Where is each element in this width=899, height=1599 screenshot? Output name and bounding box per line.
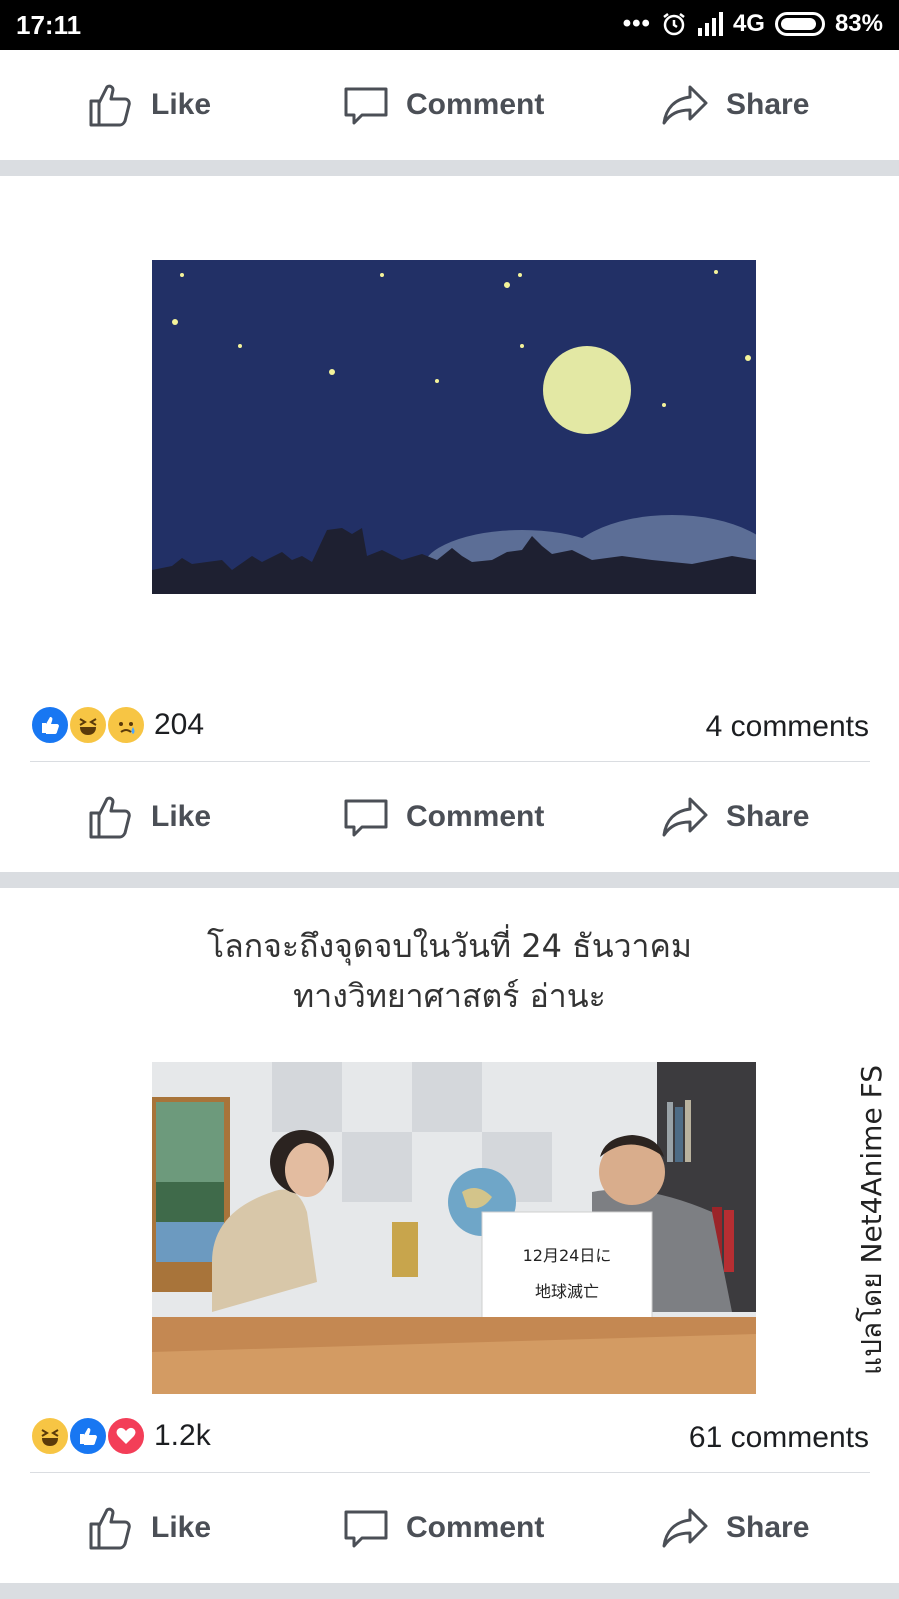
battery-icon [774,12,825,36]
like-reaction-icon [68,1416,108,1456]
signal-icon [697,12,723,36]
share-icon [662,797,708,837]
comment-count-link[interactable]: 4 comments [706,710,869,744]
status-icons: ••• 4G 83% [623,10,883,38]
post-separator [0,872,899,888]
divider [30,1472,870,1473]
like-label: Like [151,1511,212,1544]
action-bar: Like Comment Share [0,55,899,155]
comment-icon [344,87,388,125]
share-icon [662,1508,708,1548]
comment-label: Comment [406,88,545,121]
divider [30,761,870,762]
share-button[interactable]: Share [660,1502,809,1554]
haha-reaction-icon [30,1416,70,1456]
comment-icon [344,799,388,837]
post-separator [0,1583,899,1599]
post-image-night-sky[interactable] [152,260,756,594]
night-sky-illustration [152,260,756,594]
post-caption-line1: โลกจะถึงจุดจบในวันที่ 24 ธันวาคม [206,927,693,965]
thumbs-up-icon [89,796,131,839]
share-label: Share [726,800,810,833]
comment-count-link[interactable]: 61 comments [689,1421,869,1455]
reaction-count: 1.2k [154,1419,211,1452]
thumbs-up-icon [89,1507,131,1550]
thumbs-up-icon [89,84,131,127]
comment-button[interactable]: Comment [340,1502,544,1554]
reaction-summary[interactable]: 204 [30,705,204,745]
like-button[interactable]: Like [85,79,211,131]
comment-button[interactable]: Comment [340,79,544,131]
status-bar: 17:11 ••• 4G 83% [0,0,899,50]
like-button[interactable]: Like [85,791,211,843]
post-caption-line2: ทางวิทยาศาสตร์ อ่านะ [293,977,606,1015]
share-button[interactable]: Share [660,79,809,131]
comment-label: Comment [406,800,545,833]
studio-photo [152,1062,756,1394]
sign-line1: 12月24日に [522,1246,612,1265]
action-bar: Like Comment Share [0,1478,899,1578]
alarm-icon [663,13,685,36]
reaction-summary[interactable]: 1.2k [30,1416,211,1456]
share-icon [662,85,708,125]
share-label: Share [726,1511,810,1544]
post-image-studio[interactable]: 12月24日に 地球滅亡 [152,1062,756,1394]
reaction-count: 204 [154,708,205,741]
comment-label: Comment [406,1511,545,1544]
held-sign: 12月24日に 地球滅亡 [482,1238,652,1310]
like-reaction-icon [30,705,70,745]
love-reaction-icon [106,1416,146,1456]
like-button[interactable]: Like [85,1502,211,1554]
share-label: Share [726,88,810,121]
status-time: 17:11 [16,10,82,40]
post-stats: 204 4 comments [0,695,899,755]
network-type: 4G [732,10,765,37]
like-label: Like [151,800,212,833]
comment-icon [344,1510,388,1548]
sign-line2: 地球滅亡 [534,1282,599,1301]
post-stats: 1.2k 61 comments [0,1406,899,1466]
like-label: Like [151,88,212,121]
sad-reaction-icon [106,705,146,745]
comment-button[interactable]: Comment [340,791,544,843]
battery-percent: 83% [834,10,883,37]
haha-reaction-icon [68,705,108,745]
translator-watermark: แปลโดย Net4Anime FS [847,1040,897,1400]
watermark-text: แปลโดย Net4Anime FS [855,1065,888,1375]
post-separator [0,160,899,176]
share-button[interactable]: Share [660,791,809,843]
moon-icon [543,346,631,434]
more-dots-icon: ••• [622,10,651,37]
action-bar: Like Comment Share [0,767,899,867]
